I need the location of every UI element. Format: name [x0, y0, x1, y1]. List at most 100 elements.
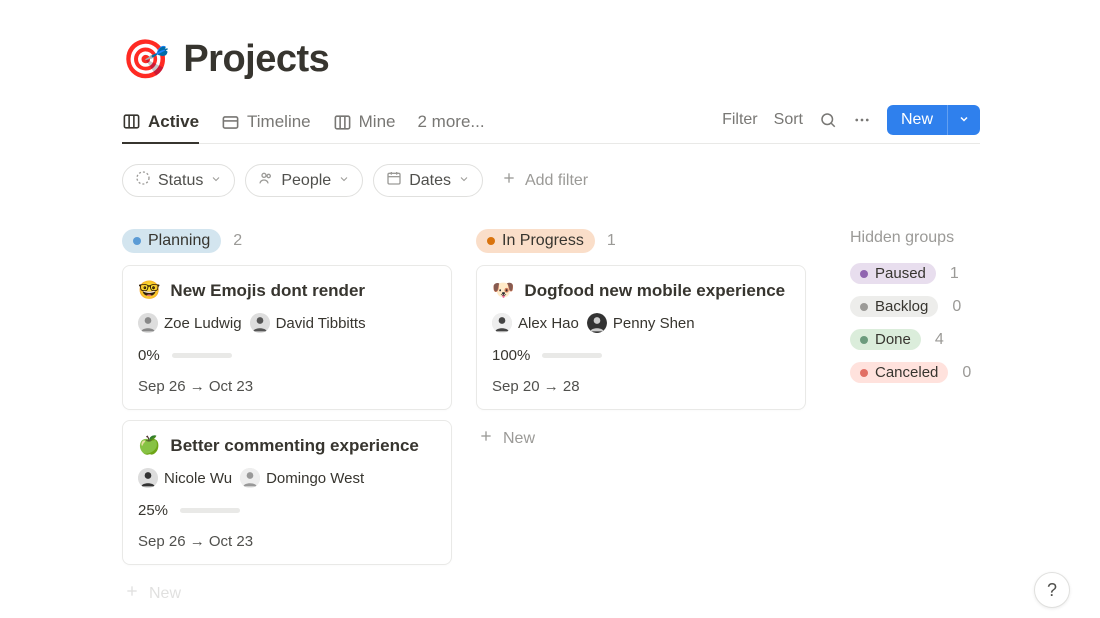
column-in-progress: In Progress 1 🐶 Dogfood new mobile exper…	[476, 229, 806, 457]
assignee-name: Nicole Wu	[164, 470, 232, 487]
progress: 25%	[138, 502, 436, 519]
progress-bar	[180, 508, 240, 513]
more-icon[interactable]	[853, 111, 871, 129]
filter-dates[interactable]: Dates	[373, 164, 483, 197]
filter-button[interactable]: Filter	[722, 111, 758, 129]
avatar	[492, 313, 512, 333]
board-icon	[333, 113, 352, 132]
filter-people[interactable]: People	[245, 164, 363, 197]
tab-mine[interactable]: Mine	[333, 106, 396, 142]
progress-label: 100%	[492, 347, 530, 364]
column-header: Planning 2	[122, 229, 452, 253]
group-count: 1	[950, 265, 959, 283]
filter-label: People	[281, 172, 331, 190]
new-button[interactable]: New	[887, 105, 947, 135]
add-card-button[interactable]: New	[476, 420, 806, 457]
help-icon: ?	[1047, 580, 1057, 601]
chevron-down-icon	[458, 172, 470, 190]
assignee: Domingo West	[240, 468, 364, 488]
add-filter-label: Add filter	[525, 172, 588, 190]
page-emoji: 🎯	[122, 41, 169, 79]
date-range: Sep 20 → 28	[492, 378, 790, 395]
project-card[interactable]: 🍏 Better commenting experience Nicole Wu…	[122, 420, 452, 565]
assignee: Penny Shen	[587, 313, 695, 333]
toolbar: Filter Sort New	[722, 105, 980, 143]
calendar-icon	[386, 170, 402, 191]
hidden-group-row: Paused 1	[850, 263, 971, 284]
card-title: Better commenting experience	[170, 436, 418, 456]
group-count: 4	[935, 331, 944, 349]
page-title: 🎯 Projects	[122, 38, 980, 81]
status-dot	[860, 336, 868, 344]
status-pill-backlog[interactable]: Backlog	[850, 296, 938, 317]
status-label: In Progress	[502, 232, 584, 250]
column-planning: Planning 2 🤓 New Emojis dont render Zoe …	[122, 229, 452, 612]
avatar	[250, 313, 270, 333]
assignees: Nicole Wu Domingo West	[138, 468, 436, 488]
assignee: Nicole Wu	[138, 468, 232, 488]
status-pill-paused[interactable]: Paused	[850, 263, 936, 284]
card-title: Dogfood new mobile experience	[524, 281, 785, 301]
tab-label: 2 more...	[418, 112, 485, 132]
new-dropdown-button[interactable]	[947, 105, 980, 135]
tab-more[interactable]: 2 more...	[418, 106, 485, 142]
group-count: 0	[962, 364, 971, 382]
status-pill-done[interactable]: Done	[850, 329, 921, 350]
assignee: David Tibbitts	[250, 313, 366, 333]
card-title: New Emojis dont render	[170, 281, 365, 301]
group-count: 0	[952, 298, 961, 316]
sort-button[interactable]: Sort	[774, 111, 803, 129]
progress: 0%	[138, 347, 436, 364]
search-icon[interactable]	[819, 111, 837, 129]
add-card-label: New	[149, 585, 181, 603]
people-icon	[258, 170, 274, 191]
help-button[interactable]: ?	[1034, 572, 1070, 608]
status-pill-canceled[interactable]: Canceled	[850, 362, 948, 383]
column-count: 2	[233, 232, 242, 250]
status-label: Backlog	[875, 298, 928, 315]
status-pill-in-progress[interactable]: In Progress	[476, 229, 595, 253]
card-emoji: 🍏	[138, 435, 160, 456]
board-icon	[122, 112, 141, 131]
date-range: Sep 26 → Oct 23	[138, 378, 436, 395]
filter-chips: Status People Dates Add filter	[122, 164, 980, 197]
card-emoji: 🤓	[138, 280, 160, 301]
avatar	[138, 313, 158, 333]
add-filter-button[interactable]: Add filter	[501, 170, 588, 191]
status-label: Planning	[148, 232, 210, 250]
column-header: In Progress 1	[476, 229, 806, 253]
assignee: Alex Hao	[492, 313, 579, 333]
assignees: Zoe Ludwig David Tibbitts	[138, 313, 436, 333]
chevron-down-icon	[958, 113, 970, 128]
status-label: Canceled	[875, 364, 938, 381]
assignee-name: Zoe Ludwig	[164, 315, 242, 332]
assignee-name: Domingo West	[266, 470, 364, 487]
chevron-down-icon	[338, 172, 350, 190]
add-card-button[interactable]: New	[122, 575, 452, 612]
progress-label: 25%	[138, 502, 168, 519]
project-card[interactable]: 🤓 New Emojis dont render Zoe Ludwig Davi…	[122, 265, 452, 410]
progress-bar	[542, 353, 602, 358]
progress-label: 0%	[138, 347, 160, 364]
status-pill-planning[interactable]: Planning	[122, 229, 221, 253]
status-dot	[860, 270, 868, 278]
page-title-text: Projects	[183, 38, 329, 81]
card-emoji: 🐶	[492, 280, 514, 301]
assignee-name: Penny Shen	[613, 315, 695, 332]
assignee-name: David Tibbitts	[276, 315, 366, 332]
filter-label: Status	[158, 172, 203, 190]
add-card-label: New	[503, 430, 535, 448]
tab-label: Active	[148, 112, 199, 132]
tab-label: Mine	[359, 112, 396, 132]
hidden-groups: Hidden groups Paused 1 Backlog 0 Done	[850, 229, 971, 395]
plus-icon	[478, 428, 494, 449]
project-card[interactable]: 🐶 Dogfood new mobile experience Alex Hao…	[476, 265, 806, 410]
hidden-group-row: Canceled 0	[850, 362, 971, 383]
status-label: Done	[875, 331, 911, 348]
tab-timeline[interactable]: Timeline	[221, 106, 311, 142]
status-icon	[135, 170, 151, 191]
plus-icon	[501, 170, 517, 191]
status-dot	[860, 369, 868, 377]
tab-active[interactable]: Active	[122, 106, 199, 144]
filter-status[interactable]: Status	[122, 164, 235, 197]
